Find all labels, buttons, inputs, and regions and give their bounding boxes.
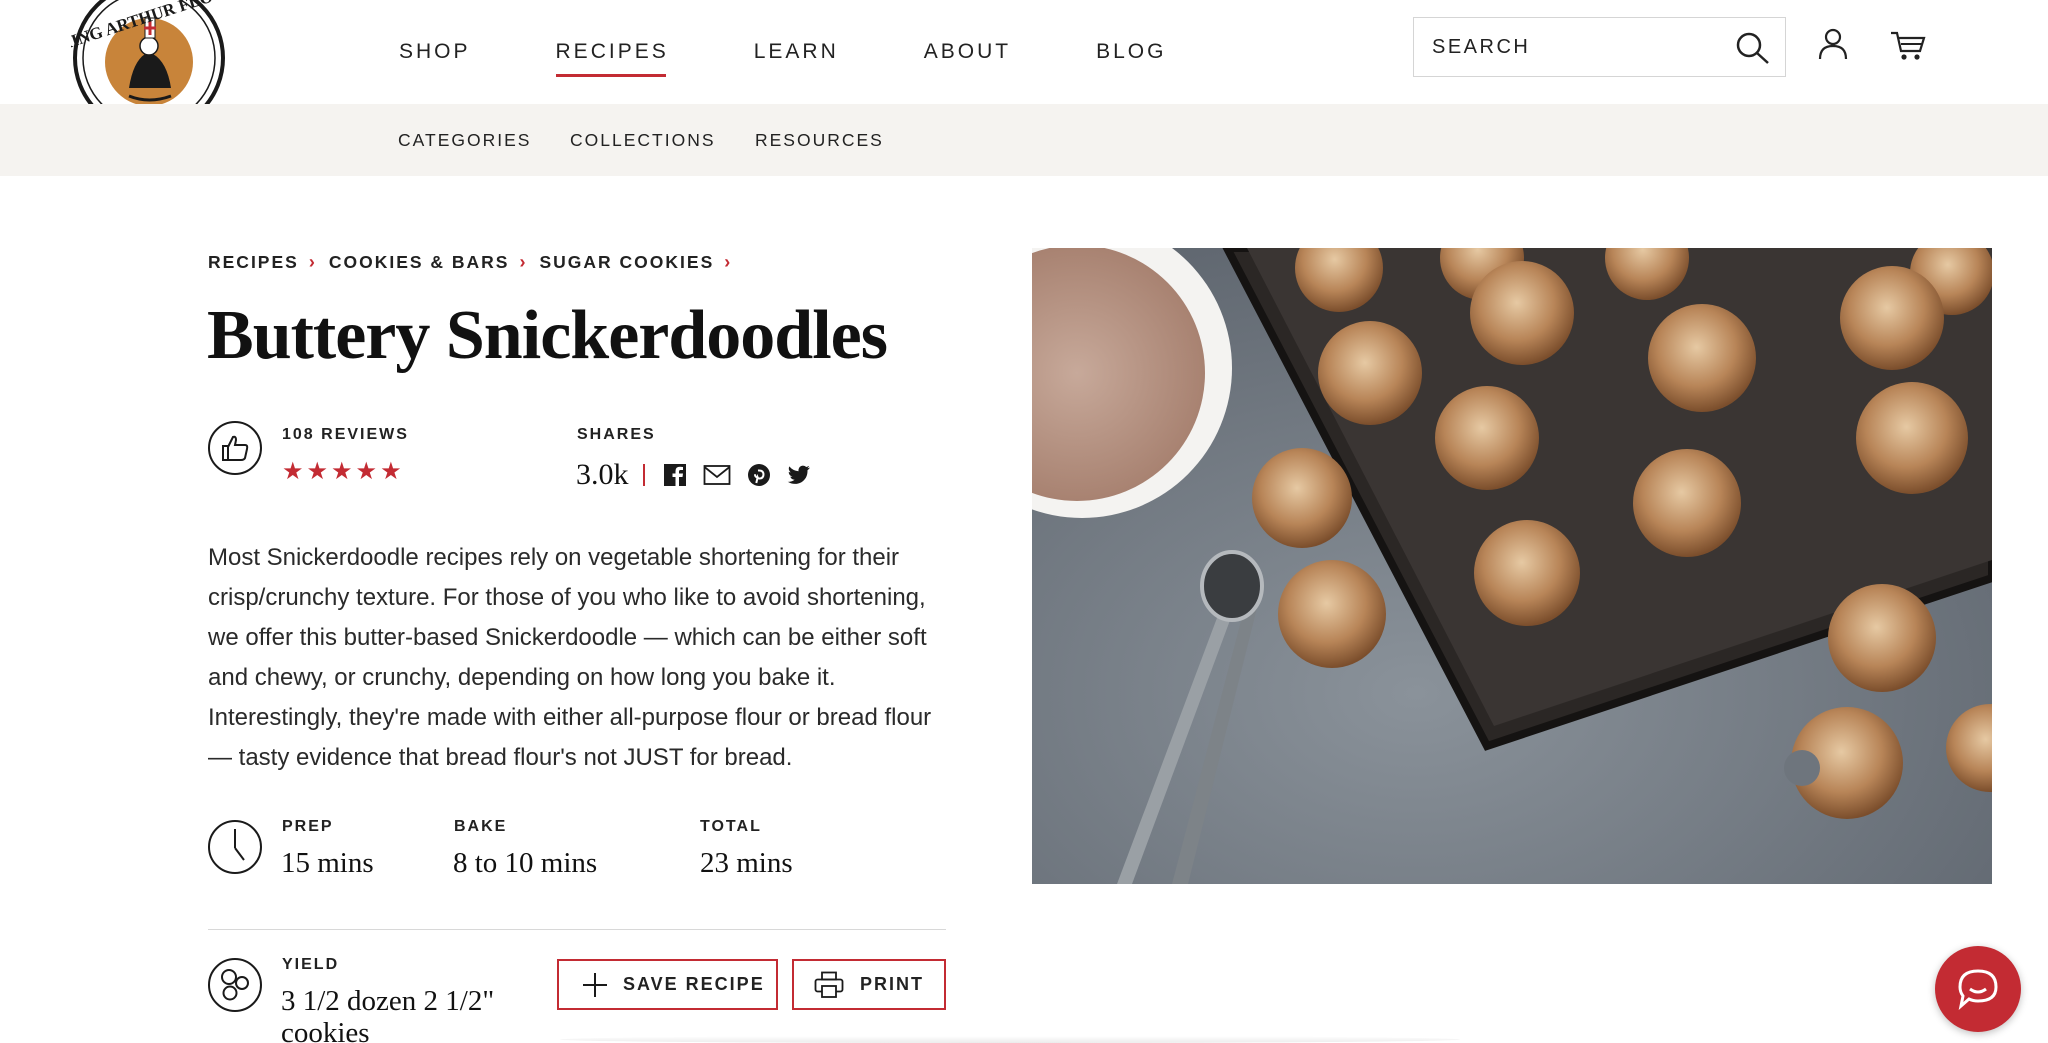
email-icon[interactable] — [703, 464, 731, 486]
breadcrumb-recipes[interactable]: RECIPES — [208, 252, 299, 273]
save-recipe-label: SAVE RECIPE — [623, 974, 765, 994]
total-time: 23 mins — [700, 847, 793, 879]
printer-icon — [814, 971, 844, 998]
divider — [642, 464, 645, 486]
shares-count: 3.0k — [576, 458, 629, 491]
star-icon: ★ — [282, 458, 304, 485]
shares-label: SHARES — [577, 426, 656, 443]
save-recipe-button[interactable]: SAVE RECIPE — [557, 959, 778, 1010]
breadcrumb-sugar-cookies[interactable]: SUGAR COOKIES — [539, 252, 714, 273]
search-icon[interactable] — [1735, 31, 1771, 70]
star-icon: ★ — [355, 458, 378, 485]
site-header: KING ARTHUR FLOUR SHOP RECIPES LEARN ABO… — [0, 0, 2048, 104]
bake-time: 8 to 10 mins — [453, 847, 598, 879]
recipe-hero-image — [1032, 248, 1992, 884]
subnav-resources[interactable]: RESOURCES — [755, 104, 884, 176]
print-button[interactable]: PRINT — [792, 959, 946, 1010]
twitter-icon[interactable] — [787, 465, 811, 485]
bottom-shadow — [560, 1036, 1460, 1043]
breadcrumb: RECIPES › COOKIES & BARS › SUGAR COOKIES › — [208, 252, 744, 273]
subnav-categories[interactable]: CATEGORIES — [398, 104, 531, 176]
chevron-right-icon: › — [519, 252, 526, 272]
yield-label: YIELD — [282, 956, 340, 973]
subnav-collections[interactable]: COLLECTIONS — [570, 104, 716, 176]
cookies-icon — [208, 958, 262, 1012]
divider — [208, 929, 946, 930]
reviews-count[interactable]: 108 REVIEWS — [282, 426, 409, 444]
total-label: TOTAL — [700, 818, 762, 835]
account-icon[interactable] — [1818, 28, 1848, 65]
star-icon: ★ — [306, 458, 329, 485]
page-title: Buttery Snickerdoodles — [207, 297, 888, 374]
nav-blog[interactable]: BLOG — [1096, 36, 1166, 68]
cart-icon[interactable] — [1890, 30, 1926, 67]
facebook-icon[interactable] — [663, 463, 687, 487]
breadcrumb-cookies-bars[interactable]: COOKIES & BARS — [329, 252, 510, 273]
main-nav: SHOP RECIPES LEARN ABOUT BLOG — [399, 0, 1251, 104]
star-icon: ★ — [380, 458, 402, 485]
star-icon: ★ — [331, 458, 353, 485]
yield-value-unit: cookies — [281, 1017, 370, 1043]
nav-about[interactable]: ABOUT — [924, 36, 1011, 68]
nav-learn[interactable]: LEARN — [754, 36, 839, 68]
thumbs-up-icon[interactable] — [208, 421, 262, 475]
plus-icon — [583, 972, 607, 997]
recipes-subnav: CATEGORIES COLLECTIONS RESOURCES — [0, 104, 2048, 176]
search-box — [1413, 17, 1786, 77]
bake-label: BAKE — [454, 818, 508, 835]
prep-time: 15 mins — [281, 847, 374, 879]
chat-support-button[interactable] — [1935, 946, 2021, 1032]
chevron-right-icon: › — [308, 252, 315, 272]
nav-recipes[interactable]: RECIPES — [555, 36, 669, 77]
print-label: PRINT — [860, 974, 924, 994]
nav-shop[interactable]: SHOP — [399, 36, 471, 68]
rating-stars[interactable]: ★ ★ ★ ★ ★ — [282, 460, 405, 484]
pinterest-icon[interactable] — [747, 463, 771, 487]
clock-icon — [208, 820, 262, 874]
brand-logo[interactable]: KING ARTHUR FLOUR — [71, 0, 227, 104]
chat-bubble-icon — [1958, 969, 1998, 1010]
recipe-description: Most Snickerdoodle recipes rely on veget… — [208, 544, 932, 771]
yield-value: 3 1/2 dozen 2 1/2" — [281, 985, 495, 1017]
search-input[interactable] — [1414, 18, 1714, 76]
chevron-right-icon: › — [724, 252, 731, 272]
share-bar: 3.0k — [576, 458, 827, 492]
prep-label: PREP — [282, 818, 334, 835]
